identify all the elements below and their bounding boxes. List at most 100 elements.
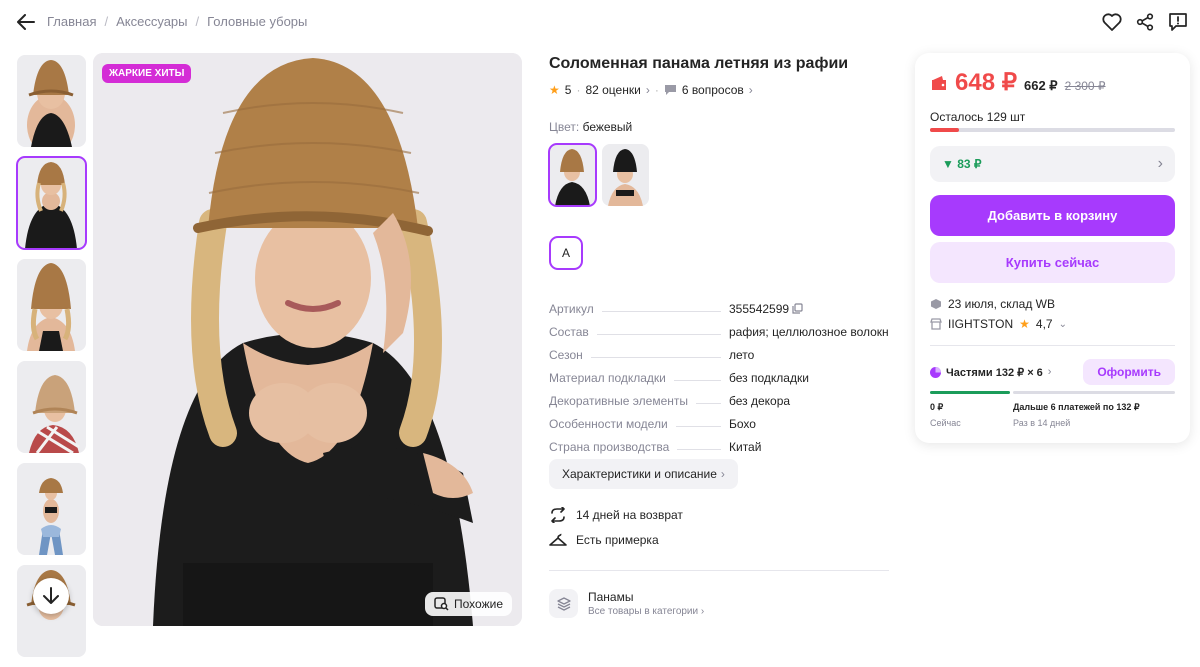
- spec-row: Декоративные элементы без декора: [549, 385, 889, 408]
- price-old: 2 300 ₽: [1064, 79, 1106, 93]
- installments-icon: [930, 366, 941, 378]
- share-icon[interactable]: [1133, 10, 1157, 34]
- return-feature: 14 дней на возврат: [549, 507, 683, 523]
- layers-icon: [549, 589, 578, 618]
- buy-card: 648 ₽ 662 ₽ 2 300 ₽ Осталось 129 шт ▼ 83…: [915, 53, 1190, 443]
- category-name: Панамы: [588, 590, 634, 604]
- thumbnail-2[interactable]: [16, 156, 87, 250]
- star-icon: ★: [1019, 317, 1030, 331]
- color-variant-black[interactable]: [602, 144, 649, 206]
- next-label: Раз в 14 дней: [1013, 418, 1071, 428]
- stock-left: Осталось 129 шт: [930, 110, 1026, 124]
- spec-row: Материал подкладки без подкладки: [549, 362, 889, 385]
- copy-icon[interactable]: [792, 303, 804, 314]
- category-link[interactable]: Панамы Все товары в категории ›: [549, 589, 704, 618]
- breadcrumb-headwear[interactable]: Головные уборы: [207, 14, 307, 29]
- seller-name: IIGHTSTON: [948, 317, 1014, 331]
- spec-value: без декора: [729, 394, 791, 408]
- product-title: Соломенная панама летняя из рафии: [549, 55, 849, 72]
- installments-text: Частями 132 ₽ × 6: [946, 366, 1043, 379]
- add-to-cart-button[interactable]: Добавить в корзину: [930, 195, 1175, 236]
- spec-key: Материал подкладки: [549, 371, 666, 385]
- chevron-right-icon: ›: [720, 467, 725, 481]
- progress-segment-rest: [1013, 391, 1175, 394]
- characteristics-label: Характеристики и описание: [562, 467, 717, 481]
- breadcrumb-accessories[interactable]: Аксессуары: [116, 14, 187, 29]
- breadcrumb-home[interactable]: Главная: [47, 14, 96, 29]
- thumbnail-3[interactable]: [17, 259, 86, 351]
- seller-row[interactable]: IIGHTSTON ★ 4,7 ⌄: [930, 317, 1067, 331]
- reviews-link[interactable]: 82 оценки: [585, 83, 640, 97]
- hot-hits-badge: ЖАРКИЕ ХИТЫ: [102, 64, 192, 83]
- spec-value: рафия; целлюлозное волокно: [729, 325, 889, 339]
- thumbnail-4[interactable]: [17, 361, 86, 453]
- installments-button[interactable]: Оформить: [1083, 359, 1175, 385]
- top-bar: Главная / Аксессуары / Головные уборы: [0, 0, 1200, 44]
- next-amount: Дальше 6 платежей по 132 ₽: [1013, 402, 1140, 412]
- color-label: Цвет:: [549, 120, 580, 134]
- image-search-icon: [434, 597, 449, 611]
- spec-key: Сезон: [549, 348, 583, 362]
- spec-row: Сезон лето: [549, 339, 889, 362]
- breadcrumb-separator: /: [104, 14, 109, 29]
- installments-label[interactable]: Частями 132 ₽ × 6 ›: [930, 366, 1051, 379]
- stock-bar-fill: [930, 128, 960, 132]
- wallet-icon: [932, 75, 946, 90]
- questions-link[interactable]: 6 вопросов: [682, 83, 744, 97]
- divider: [549, 570, 889, 571]
- thumbnail-1[interactable]: [17, 55, 86, 147]
- installment-now: 0 ₽ Сейчас: [930, 402, 961, 428]
- price-row: 648 ₽ 662 ₽ 2 300 ₽: [930, 68, 1106, 97]
- heart-icon[interactable]: [1100, 10, 1124, 34]
- installment-next: Дальше 6 платежей по 132 ₽ Раз в 14 дней: [1013, 402, 1140, 428]
- size-option[interactable]: A: [549, 236, 583, 270]
- spec-table: Артикул 355542599 Состав рафия; целлюлозно…: [549, 293, 889, 454]
- price-wallet: 648 ₽: [955, 69, 1017, 96]
- progress-segment-paid: [930, 391, 1010, 394]
- thumbnail-5[interactable]: [17, 463, 86, 555]
- color-variant-beige[interactable]: [548, 143, 597, 207]
- spec-row: Страна производства Китай: [549, 431, 889, 454]
- installments-row: Частями 132 ₽ × 6 › Оформить: [930, 359, 1175, 385]
- spec-value: 355542599: [729, 302, 889, 316]
- seller-rating: 4,7: [1035, 317, 1053, 331]
- spec-value: лето: [729, 348, 755, 362]
- similar-button[interactable]: Похожие: [425, 592, 512, 616]
- category-all-link: Все товары в категории ›: [588, 606, 705, 617]
- return-arrows-icon: [551, 507, 565, 523]
- delivery-text: 23 июля, склад WB: [948, 297, 1056, 311]
- report-icon[interactable]: [1166, 10, 1190, 34]
- color-variants: [548, 143, 649, 207]
- rating-value: 5: [564, 83, 572, 97]
- price-regular: 662 ₽: [1023, 78, 1058, 93]
- now-amount: 0 ₽: [930, 402, 944, 412]
- chevron-right-icon: ›: [1157, 155, 1163, 172]
- main-product-image[interactable]: ЖАРКИЕ ХИТЫ Похожие: [93, 53, 522, 626]
- questions-icon: [664, 85, 676, 95]
- breadcrumb: Главная / Аксессуары / Головные уборы: [47, 14, 307, 29]
- shop-icon: [930, 318, 942, 330]
- scroll-down-button[interactable]: [33, 578, 69, 614]
- chevron-right-icon: ›: [645, 83, 650, 97]
- fitting-feature: Есть примерка: [549, 533, 659, 547]
- spec-key: Состав: [549, 325, 589, 339]
- star-icon: ★: [549, 83, 560, 97]
- rating-row: ★ 5 · 82 оценки › · 6 вопросов ›: [549, 83, 753, 97]
- spec-value: без подкладки: [729, 371, 809, 385]
- spec-row: Состав рафия; целлюлозное волокно: [549, 316, 889, 339]
- fitting-text: Есть примерка: [576, 533, 659, 547]
- color-value: бежевый: [582, 120, 633, 134]
- spec-key: Особенности модели: [549, 417, 668, 431]
- spec-key: Декоративные элементы: [549, 394, 688, 408]
- buy-now-button[interactable]: Купить сейчас: [930, 242, 1175, 283]
- spec-row: Артикул 355542599: [549, 293, 889, 316]
- back-arrow-icon[interactable]: [14, 10, 38, 34]
- box-icon: [931, 299, 941, 309]
- bonus-row[interactable]: ▼ 83 ₽ ›: [930, 146, 1175, 182]
- installments-progress: [930, 391, 1175, 394]
- stock-bar: [930, 128, 1175, 132]
- characteristics-button[interactable]: Характеристики и описание ›: [549, 459, 738, 489]
- chevron-right-icon: ›: [748, 83, 753, 97]
- spec-row: Особенности модели Бохо: [549, 408, 889, 431]
- now-label: Сейчас: [930, 418, 961, 428]
